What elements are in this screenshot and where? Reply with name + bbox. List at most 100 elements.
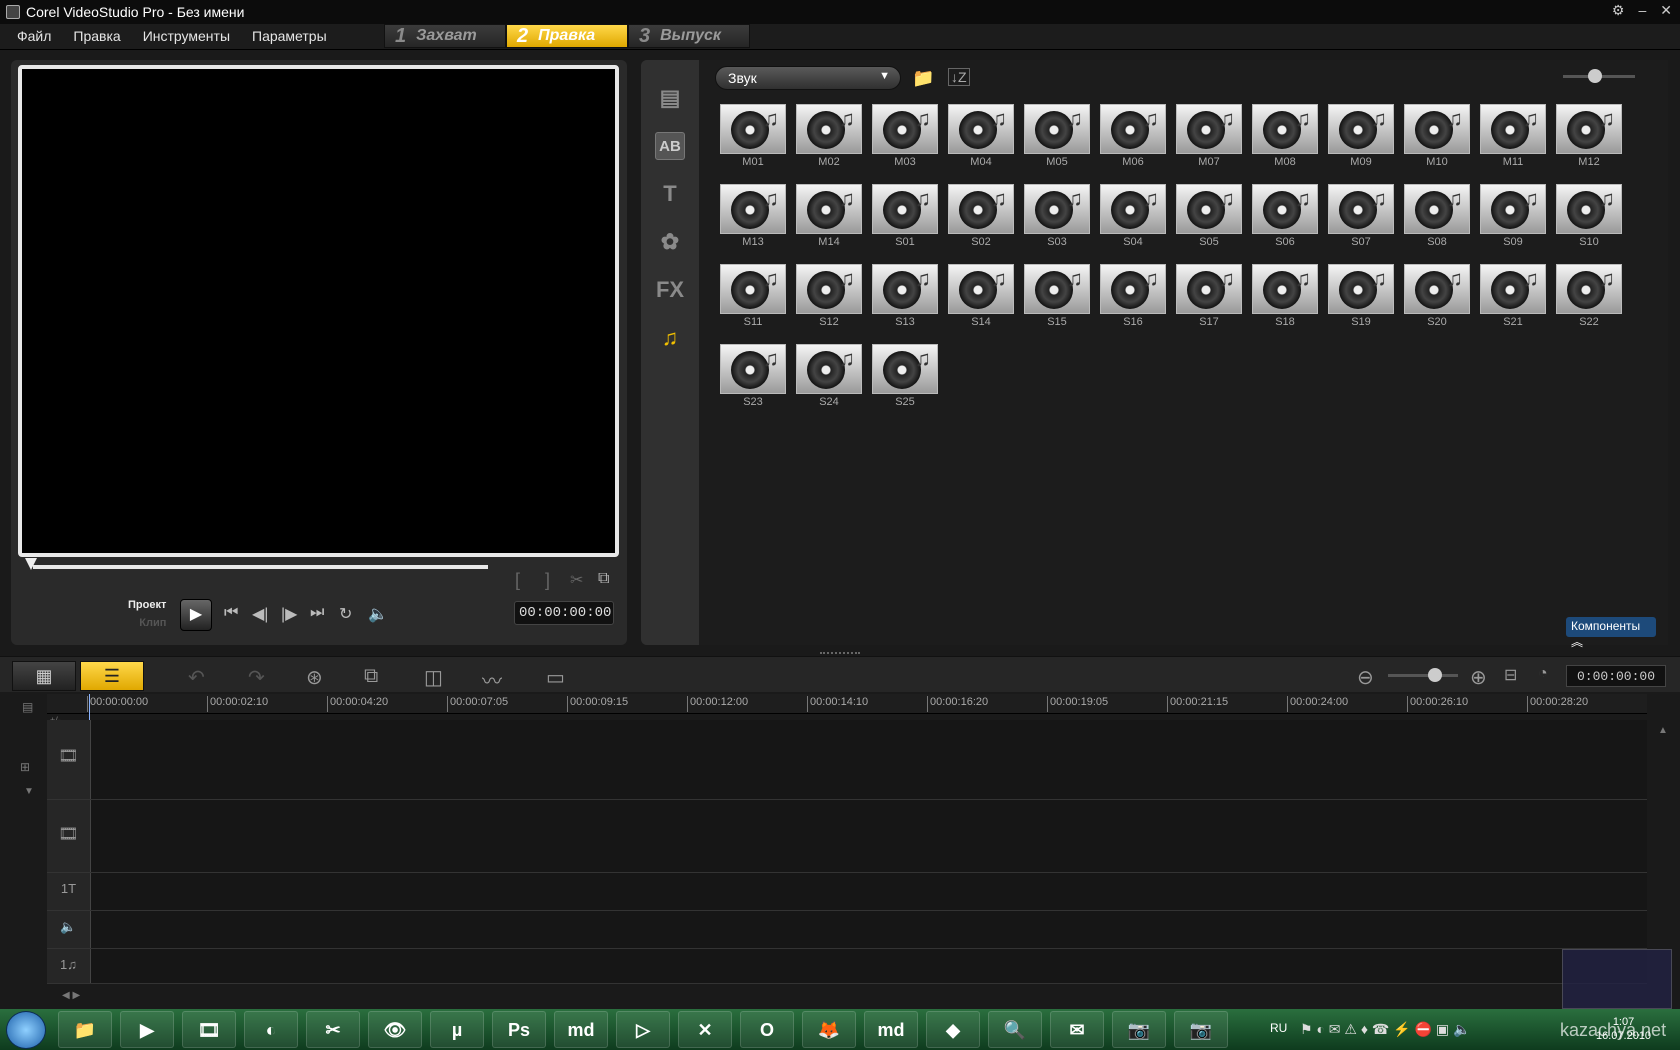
menu-file[interactable]: Файл: [17, 28, 51, 44]
audio-clip-thumbnail[interactable]: ♫ M08: [1252, 104, 1318, 170]
menu-edit[interactable]: Правка: [73, 28, 120, 44]
audio-clip-thumbnail[interactable]: ♫ M12: [1556, 104, 1622, 170]
audio-clip-thumbnail[interactable]: ♫ M02: [796, 104, 862, 170]
taskbar-app-button[interactable]: 📁: [58, 1011, 112, 1048]
audio-clip-thumbnail[interactable]: ♫ M11: [1480, 104, 1546, 170]
audio-clip-thumbnail[interactable]: ♫ S22: [1556, 264, 1622, 330]
home-icon[interactable]: ⏮: [224, 604, 238, 622]
audio-clip-thumbnail[interactable]: ♫ M14: [796, 184, 862, 250]
timeline-timecode[interactable]: 0:00:00:00: [1566, 665, 1666, 687]
taskbar-app-button[interactable]: 👁: [368, 1011, 422, 1048]
menu-tools[interactable]: Инструменты: [143, 28, 230, 44]
tray-icons[interactable]: ⚑ ◐ ✉ ⚠ ♦ ☎ ⚡ ⛔ ▣ 🔈: [1300, 1021, 1470, 1038]
audio-clip-thumbnail[interactable]: ♫ S04: [1100, 184, 1166, 250]
fx-icon[interactable]: FX: [655, 276, 685, 304]
audio-clip-thumbnail[interactable]: ♫ S16: [1100, 264, 1166, 330]
track-lock-icon[interactable]: ⊞: [20, 760, 30, 774]
timeline-view-icon[interactable]: ▤: [22, 700, 33, 714]
audio-clip-thumbnail[interactable]: ♫ S25: [872, 344, 938, 410]
undo-icon[interactable]: ↶: [188, 665, 205, 690]
sort-icon[interactable]: ↓Z: [948, 68, 970, 86]
enlarge-icon[interactable]: ⧉: [598, 570, 609, 588]
audio-clip-thumbnail[interactable]: ♫ S10: [1556, 184, 1622, 250]
project-mode-label[interactable]: Проект: [128, 596, 166, 614]
taskbar-app-button[interactable]: µ: [430, 1011, 484, 1048]
folder-icon[interactable]: 📁: [912, 68, 934, 89]
audio-clip-thumbnail[interactable]: ♫ S12: [796, 264, 862, 330]
audio-clip-thumbnail[interactable]: ♫ S15: [1024, 264, 1090, 330]
taskbar-app-button[interactable]: 📷: [1112, 1011, 1166, 1048]
audio-clip-thumbnail[interactable]: ♫ S02: [948, 184, 1014, 250]
taskbar-app-button[interactable]: ▷: [616, 1011, 670, 1048]
audio-clip-thumbnail[interactable]: ♫ S18: [1252, 264, 1318, 330]
audio-clip-thumbnail[interactable]: ♫ S08: [1404, 184, 1470, 250]
audio-clip-thumbnail[interactable]: ♫ S03: [1024, 184, 1090, 250]
audio-clip-thumbnail[interactable]: ♫ S21: [1480, 264, 1546, 330]
tab-share[interactable]: 3 Выпуск: [628, 24, 750, 48]
title-track[interactable]: 1T: [47, 873, 1647, 911]
audio-clip-thumbnail[interactable]: ♫ M05: [1024, 104, 1090, 170]
end-icon[interactable]: ⏭: [310, 604, 324, 622]
taskbar-app-button[interactable]: md: [554, 1011, 608, 1048]
audio-clip-thumbnail[interactable]: ♫ M10: [1404, 104, 1470, 170]
audio-clip-thumbnail[interactable]: ♫ S01: [872, 184, 938, 250]
title-icon[interactable]: T: [655, 180, 685, 208]
tab-edit[interactable]: 2 Правка: [506, 24, 628, 48]
taskbar-app-button[interactable]: 🎞: [182, 1011, 236, 1048]
audio-clip-thumbnail[interactable]: ♫ S09: [1480, 184, 1546, 250]
motion-track-icon[interactable]: ◫: [424, 665, 443, 690]
audio-clip-thumbnail[interactable]: ♫ S11: [720, 264, 786, 330]
track-expand-icon[interactable]: ▼: [24, 786, 34, 797]
audio-clip-thumbnail[interactable]: ♫ M01: [720, 104, 786, 170]
volume-icon[interactable]: 🔈: [368, 604, 388, 624]
video-track[interactable]: 🎞: [47, 720, 1647, 800]
timeline-ruler[interactable]: 00:00:00:00 00:00:02:10 00:00:04:20 00:00:0…: [47, 694, 1647, 714]
audio-clip-thumbnail[interactable]: ♫ S14: [948, 264, 1014, 330]
taskbar-app-button[interactable]: ✂: [306, 1011, 360, 1048]
audio-clip-thumbnail[interactable]: ♫ M06: [1100, 104, 1166, 170]
taskbar-app-button[interactable]: md: [864, 1011, 918, 1048]
graphics-icon[interactable]: ✿: [655, 228, 685, 256]
record-capture-icon[interactable]: ⊛: [306, 665, 323, 690]
audio-mixer-icon[interactable]: 〰: [482, 665, 502, 694]
close-button[interactable]: ✕: [1660, 2, 1672, 19]
scroll-left-icon[interactable]: ◀ ▶: [62, 990, 80, 1001]
tab-capture[interactable]: 1 Захват: [384, 24, 506, 48]
audio-clip-thumbnail[interactable]: ♫ S20: [1404, 264, 1470, 330]
menu-settings[interactable]: Параметры: [252, 28, 327, 44]
preview-timecode[interactable]: 00:00:00:00: [514, 601, 614, 625]
mark-in-button[interactable]: [: [515, 570, 520, 591]
play-button[interactable]: ▶: [180, 599, 212, 631]
subtitle-editor-icon[interactable]: ▭: [546, 665, 565, 690]
scroll-up-icon[interactable]: ▲: [1658, 725, 1668, 736]
timeline-zoom-knob[interactable]: [1428, 668, 1442, 682]
audio-clip-thumbnail[interactable]: ♫ M09: [1328, 104, 1394, 170]
audio-clip-thumbnail[interactable]: ♫ S05: [1176, 184, 1242, 250]
taskbar-app-button[interactable]: Ps: [492, 1011, 546, 1048]
prev-frame-icon[interactable]: ◀|: [252, 604, 268, 624]
transition-icon[interactable]: AB: [655, 132, 685, 160]
start-button[interactable]: [6, 1011, 46, 1049]
music-track[interactable]: 1♫: [47, 949, 1647, 984]
audio-clip-thumbnail[interactable]: ♫ S06: [1252, 184, 1318, 250]
category-dropdown[interactable]: Звук ▼: [715, 66, 901, 90]
next-frame-icon[interactable]: |▶: [281, 604, 297, 624]
components-button[interactable]: Компоненты ︽: [1566, 617, 1656, 649]
audio-clip-thumbnail[interactable]: ♫ M04: [948, 104, 1014, 170]
zoom-in-icon[interactable]: ⊕: [1470, 665, 1487, 690]
cut-icon[interactable]: ✂: [570, 570, 583, 590]
timeline-zoom-slider[interactable]: [1388, 674, 1458, 677]
minimize-button[interactable]: –: [1638, 2, 1646, 19]
taskbar-app-button[interactable]: ✕: [678, 1011, 732, 1048]
taskbar-app-button[interactable]: ▶: [120, 1011, 174, 1048]
timeline-view-button[interactable]: ☰: [80, 661, 144, 691]
thumbnail-size-knob[interactable]: [1588, 69, 1602, 83]
taskbar-app-button[interactable]: O: [740, 1011, 794, 1048]
audio-clip-thumbnail[interactable]: ♫ S24: [796, 344, 862, 410]
redo-icon[interactable]: ↷: [248, 665, 265, 690]
mark-out-button[interactable]: ]: [545, 570, 550, 591]
zoom-out-icon[interactable]: ⊖: [1357, 665, 1374, 690]
audio-clip-thumbnail[interactable]: ♫ M03: [872, 104, 938, 170]
audio-clip-thumbnail[interactable]: ♫ S23: [720, 344, 786, 410]
audio-clip-thumbnail[interactable]: ♫ S07: [1328, 184, 1394, 250]
